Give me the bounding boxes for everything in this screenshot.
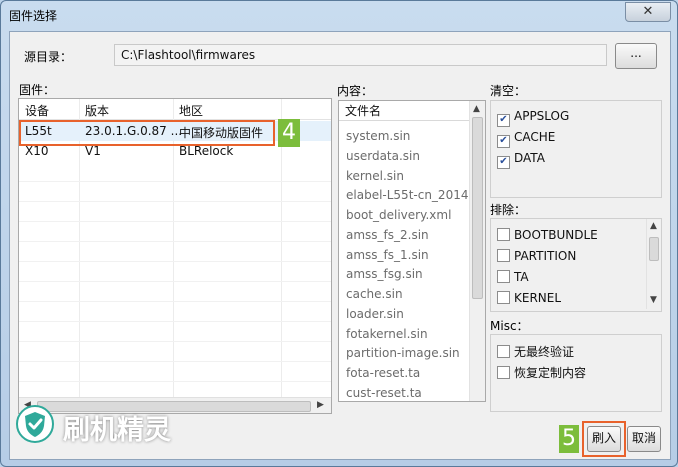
table-header: 设备 版本 地区 [19, 99, 331, 120]
list-item[interactable]: amss_fsg.sin [346, 267, 423, 281]
column-header-version[interactable]: 版本 [85, 102, 109, 119]
vertical-scrollbar[interactable]: ▲ [469, 101, 485, 401]
grid-line [19, 261, 331, 262]
contents-label: 内容： [337, 84, 374, 98]
exclude-label: 排除： [490, 203, 527, 217]
list-item[interactable]: amss_fs_2.sin [346, 228, 429, 242]
annotation-highlight-row [19, 120, 275, 146]
checkbox-bootbundle[interactable]: BOOTBUNDLE [497, 228, 598, 246]
grid-line [19, 201, 331, 202]
dialog-body: 源目录： C:\Flashtool\firmwares ... 固件： 设备 版… [9, 31, 671, 460]
checkbox-box[interactable] [497, 366, 510, 379]
checkbox-data[interactable]: ✔ DATA [497, 151, 545, 169]
list-item[interactable]: system.sin [346, 129, 410, 143]
checkbox-label: APPSLOG [514, 109, 570, 123]
checkbox-label: BOOTBUNDLE [514, 228, 598, 242]
checkbox-no-final-verify[interactable]: 无最终验证 [497, 343, 574, 361]
contents-list[interactable]: 文件名 system.sin userdata.sin kernel.sin e… [338, 100, 486, 402]
close-button[interactable]: ✕ [625, 2, 671, 22]
checkbox-label: CACHE [514, 130, 556, 144]
title-bar[interactable]: 固件选择 ✕ [1, 1, 677, 31]
cancel-button[interactable]: 取消 [627, 426, 661, 452]
annotation-step-4: 4 [278, 119, 300, 147]
checkbox-box[interactable] [497, 291, 510, 304]
annotation-step-5: 5 [559, 425, 579, 453]
checkmark-icon[interactable]: ✔ [497, 156, 510, 169]
list-item[interactable]: cache.sin [346, 287, 403, 301]
misc-label: Misc： [490, 319, 529, 333]
contents-header: 文件名 [339, 101, 469, 121]
clear-label: 清空： [490, 84, 527, 98]
checkbox-partition[interactable]: PARTITION [497, 249, 576, 267]
scroll-up-icon[interactable]: ▲ [473, 104, 480, 114]
column-header-device[interactable]: 设备 [25, 102, 49, 119]
grid-line [19, 381, 331, 382]
list-item[interactable]: cust-reset.ta [346, 386, 422, 400]
logo-text: 刷机精灵 [63, 415, 171, 446]
checkbox-label: 恢复定制内容 [514, 366, 587, 380]
grid-line [19, 321, 331, 322]
grid-line [19, 341, 331, 342]
grid-line [19, 361, 331, 362]
column-header-region[interactable]: 地区 [179, 102, 203, 119]
list-item[interactable]: fotakernel.sin [346, 327, 428, 341]
firmware-select-window: 固件选择 ✕ 源目录： C:\Flashtool\firmwares ... 固… [0, 0, 678, 467]
browse-button[interactable]: ... [615, 43, 657, 69]
checkbox-ta[interactable]: TA [497, 270, 529, 288]
source-dir-field[interactable]: C:\Flashtool\firmwares [114, 44, 607, 66]
checkbox-label: PARTITION [514, 249, 577, 263]
grid-line [19, 181, 331, 182]
scroll-down-icon[interactable]: ▼ [650, 295, 657, 305]
watermark-logo: 刷机精灵 [15, 404, 171, 446]
flash-button[interactable]: 刷入 [587, 426, 621, 452]
list-item[interactable]: boot_delivery.xml [346, 208, 451, 222]
checkbox-kernel[interactable]: KERNEL [497, 291, 561, 309]
checkbox-box[interactable] [497, 249, 510, 262]
scroll-thumb[interactable] [649, 237, 659, 261]
clear-group: ✔ APPSLOG ✔ CACHE ✔ DATA [490, 100, 662, 198]
checkbox-label: 无最终验证 [514, 345, 575, 359]
list-item[interactable]: amss_fs_1.sin [346, 248, 429, 262]
checkbox-label: KERNEL [514, 291, 562, 305]
grid-line [19, 241, 331, 242]
scroll-up-icon[interactable]: ▲ [650, 221, 657, 231]
misc-group: 无最终验证 恢复定制内容 [490, 334, 662, 412]
list-item[interactable]: kernel.sin [346, 169, 404, 183]
scroll-right-icon[interactable]: ▶ [317, 400, 324, 410]
checkbox-appslog[interactable]: ✔ APPSLOG [497, 109, 569, 127]
list-item[interactable]: loader.sin [346, 307, 404, 321]
checkmark-icon[interactable]: ✔ [497, 114, 510, 127]
list-item[interactable]: fota-reset.ta [346, 366, 420, 380]
checkbox-box[interactable] [497, 345, 510, 358]
cell-device: X10 [25, 144, 49, 158]
source-dir-label: 源目录： [24, 50, 73, 64]
exclude-group: BOOTBUNDLE PARTITION TA KERNEL ▲ ▼ [490, 218, 662, 312]
firmware-label: 固件： [19, 83, 56, 97]
checkbox-label: DATA [514, 151, 545, 165]
cell-region: BLRelock [179, 144, 234, 158]
exclude-scrollbar[interactable]: ▲ ▼ [646, 219, 661, 309]
grid-line [19, 221, 331, 222]
checkbox-cache[interactable]: ✔ CACHE [497, 130, 555, 148]
checkmark-icon[interactable]: ✔ [497, 135, 510, 148]
shield-logo-icon [16, 405, 54, 443]
list-item[interactable]: elabel-L55t-cn_201408. [346, 188, 485, 202]
checkbox-label: TA [514, 270, 529, 284]
grid-line [19, 301, 331, 302]
grid-line [19, 281, 331, 282]
list-item[interactable]: partition-image.sin [346, 346, 460, 360]
checkbox-restore-custom[interactable]: 恢复定制内容 [497, 364, 586, 382]
list-item[interactable]: userdata.sin [346, 149, 420, 163]
scroll-thumb[interactable] [472, 117, 483, 299]
cell-version: V1 [85, 144, 101, 158]
window-title: 固件选择 [9, 9, 58, 23]
checkbox-box[interactable] [497, 270, 510, 283]
checkbox-box[interactable] [497, 228, 510, 241]
